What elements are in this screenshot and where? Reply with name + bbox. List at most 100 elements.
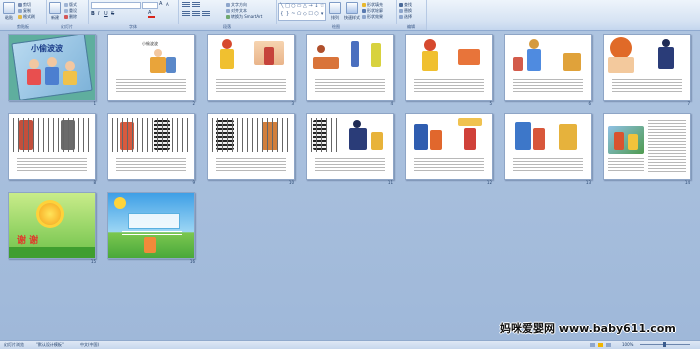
cut-button[interactable]: 剪切 [18,2,31,7]
clipboard-group: 粘贴 剪切 复制 格式刷 剪贴板 [0,0,47,30]
slide-thumbnail-16[interactable] [107,192,195,259]
find-button[interactable]: 查找 [399,2,412,7]
pen-icon [362,9,366,13]
arrange-button[interactable]: 排列 [328,2,342,20]
text-lines [414,158,484,172]
slide-thumbnail-1[interactable]: 小偷波波 [8,34,96,101]
font-group: A A B I U S A 字体 [88,0,179,30]
editing-group: 查找 替换 选择 编辑 [396,0,427,30]
slide-2-title: 小偷波波 [142,41,158,46]
slide-number-9: 9 [192,180,195,185]
bullets-icon[interactable] [182,2,190,7]
shape-fill-button[interactable]: 形状填充 [362,2,383,7]
lamp-image [458,118,482,126]
text-lines [315,158,385,172]
slide-thumbnail-5[interactable] [405,34,493,101]
slide-number-2: 2 [192,101,195,106]
child-figure [222,39,232,49]
grow-font-icon[interactable]: A [159,2,165,7]
cursor-icon [399,15,403,19]
child-figure [614,132,624,150]
slide-thumbnail-13[interactable] [504,113,592,180]
slideshow-view-icon[interactable] [606,343,611,347]
slide-thumbnail-8[interactable] [8,113,96,180]
child-figure [65,61,75,71]
message-box [128,213,180,229]
paste-button[interactable]: 粘贴 [2,2,16,20]
slide-thumbnail-12[interactable] [405,113,493,180]
slide-sorter: 小偷波波 1 小偷波波 2 3 4 5 6 7 8 9 10 11 12 13 … [0,31,700,340]
numbering-icon[interactable] [192,2,200,7]
paragraph-group-label: 段落 [178,24,276,30]
font-name-select[interactable] [91,2,141,9]
delete-slide-button[interactable]: 删除 [64,14,77,19]
font-size-select[interactable] [142,2,158,9]
quick-styles-button[interactable]: 快速样式 [344,2,360,20]
text-lines [315,79,385,93]
child-figure [154,49,162,57]
shrink-font-icon[interactable]: A [166,2,172,7]
child-figure [513,57,523,71]
layout-button[interactable]: 版式 [64,2,77,7]
align-center-icon[interactable] [192,11,200,16]
slide-thumbnail-2[interactable]: 小偷波波 [107,34,195,101]
normal-view-icon[interactable] [590,343,595,347]
underline-icon[interactable]: U [104,11,108,17]
child-figure [527,49,541,71]
replace-button[interactable]: 替换 [399,8,412,13]
child-figure [150,57,166,73]
text-lines [216,79,286,93]
slide-thumbnail-4[interactable] [306,34,394,101]
slide-thumbnail-3[interactable] [207,34,295,101]
child-figure [414,124,428,150]
new-slide-button[interactable]: 新建 [48,2,62,20]
child-figure [351,41,359,67]
align-text-icon [226,9,230,13]
slide-thumbnail-15[interactable]: 谢 谢 [8,192,96,259]
jail-bars [212,118,290,152]
child-figure [464,128,476,150]
child-figure [533,128,545,150]
italic-icon[interactable]: I [98,11,99,17]
slide-thumbnail-14[interactable] [603,113,691,180]
more-shapes-icon[interactable]: ▾ [319,12,325,20]
shapes-gallery[interactable]: ╲ □ ○ ▭ △ → ↓ ☆ {} ~ ⬠ ◇ ☐ ⬡ ▾ [278,3,326,21]
slide-thumbnail-11[interactable] [306,113,394,180]
text-lines [414,79,484,93]
smartart-button[interactable]: 转换为 SmartArt [226,14,262,19]
arrange-icon [329,2,341,14]
strikethrough-icon[interactable]: S [111,11,114,17]
sun-icon [39,203,61,225]
shape-effects-button[interactable]: 形状效果 [362,14,383,19]
replace-icon [399,9,403,13]
slide-thumbnail-10[interactable] [207,113,295,180]
child-figure [144,237,156,253]
align-text-button[interactable]: 对齐文本 [226,8,247,13]
format-painter-button[interactable]: 格式刷 [18,14,35,19]
slide-number-3: 3 [291,101,294,106]
slide-number-12: 12 [486,180,492,185]
font-color-icon[interactable]: A [148,11,155,18]
grass-strip [9,247,95,258]
delete-icon [64,15,68,19]
editing-group-label: 编辑 [396,24,426,30]
slide-thumbnail-9[interactable] [107,113,195,180]
select-button[interactable]: 选择 [399,14,412,19]
binoculars-icon [399,3,403,7]
align-left-icon[interactable] [182,11,190,16]
child-figure [515,122,531,150]
sorter-view-icon[interactable] [598,343,603,347]
policeman-figure [353,120,361,128]
slides-group-label: 幻灯片 [46,24,88,30]
child-figure [166,57,176,73]
reset-button[interactable]: 重设 [64,8,77,13]
bold-icon[interactable]: B [91,11,95,17]
zoom-slider-thumb[interactable] [663,342,666,347]
slide-thumbnail-6[interactable] [504,34,592,101]
shape-outline-button[interactable]: 形状轮廓 [362,8,383,13]
slide-thumbnail-7[interactable] [603,34,691,101]
copy-button[interactable]: 复制 [18,8,31,13]
text-lines [608,158,644,172]
text-direction-button[interactable]: 文字方向 [226,2,247,7]
align-right-icon[interactable] [202,11,210,16]
